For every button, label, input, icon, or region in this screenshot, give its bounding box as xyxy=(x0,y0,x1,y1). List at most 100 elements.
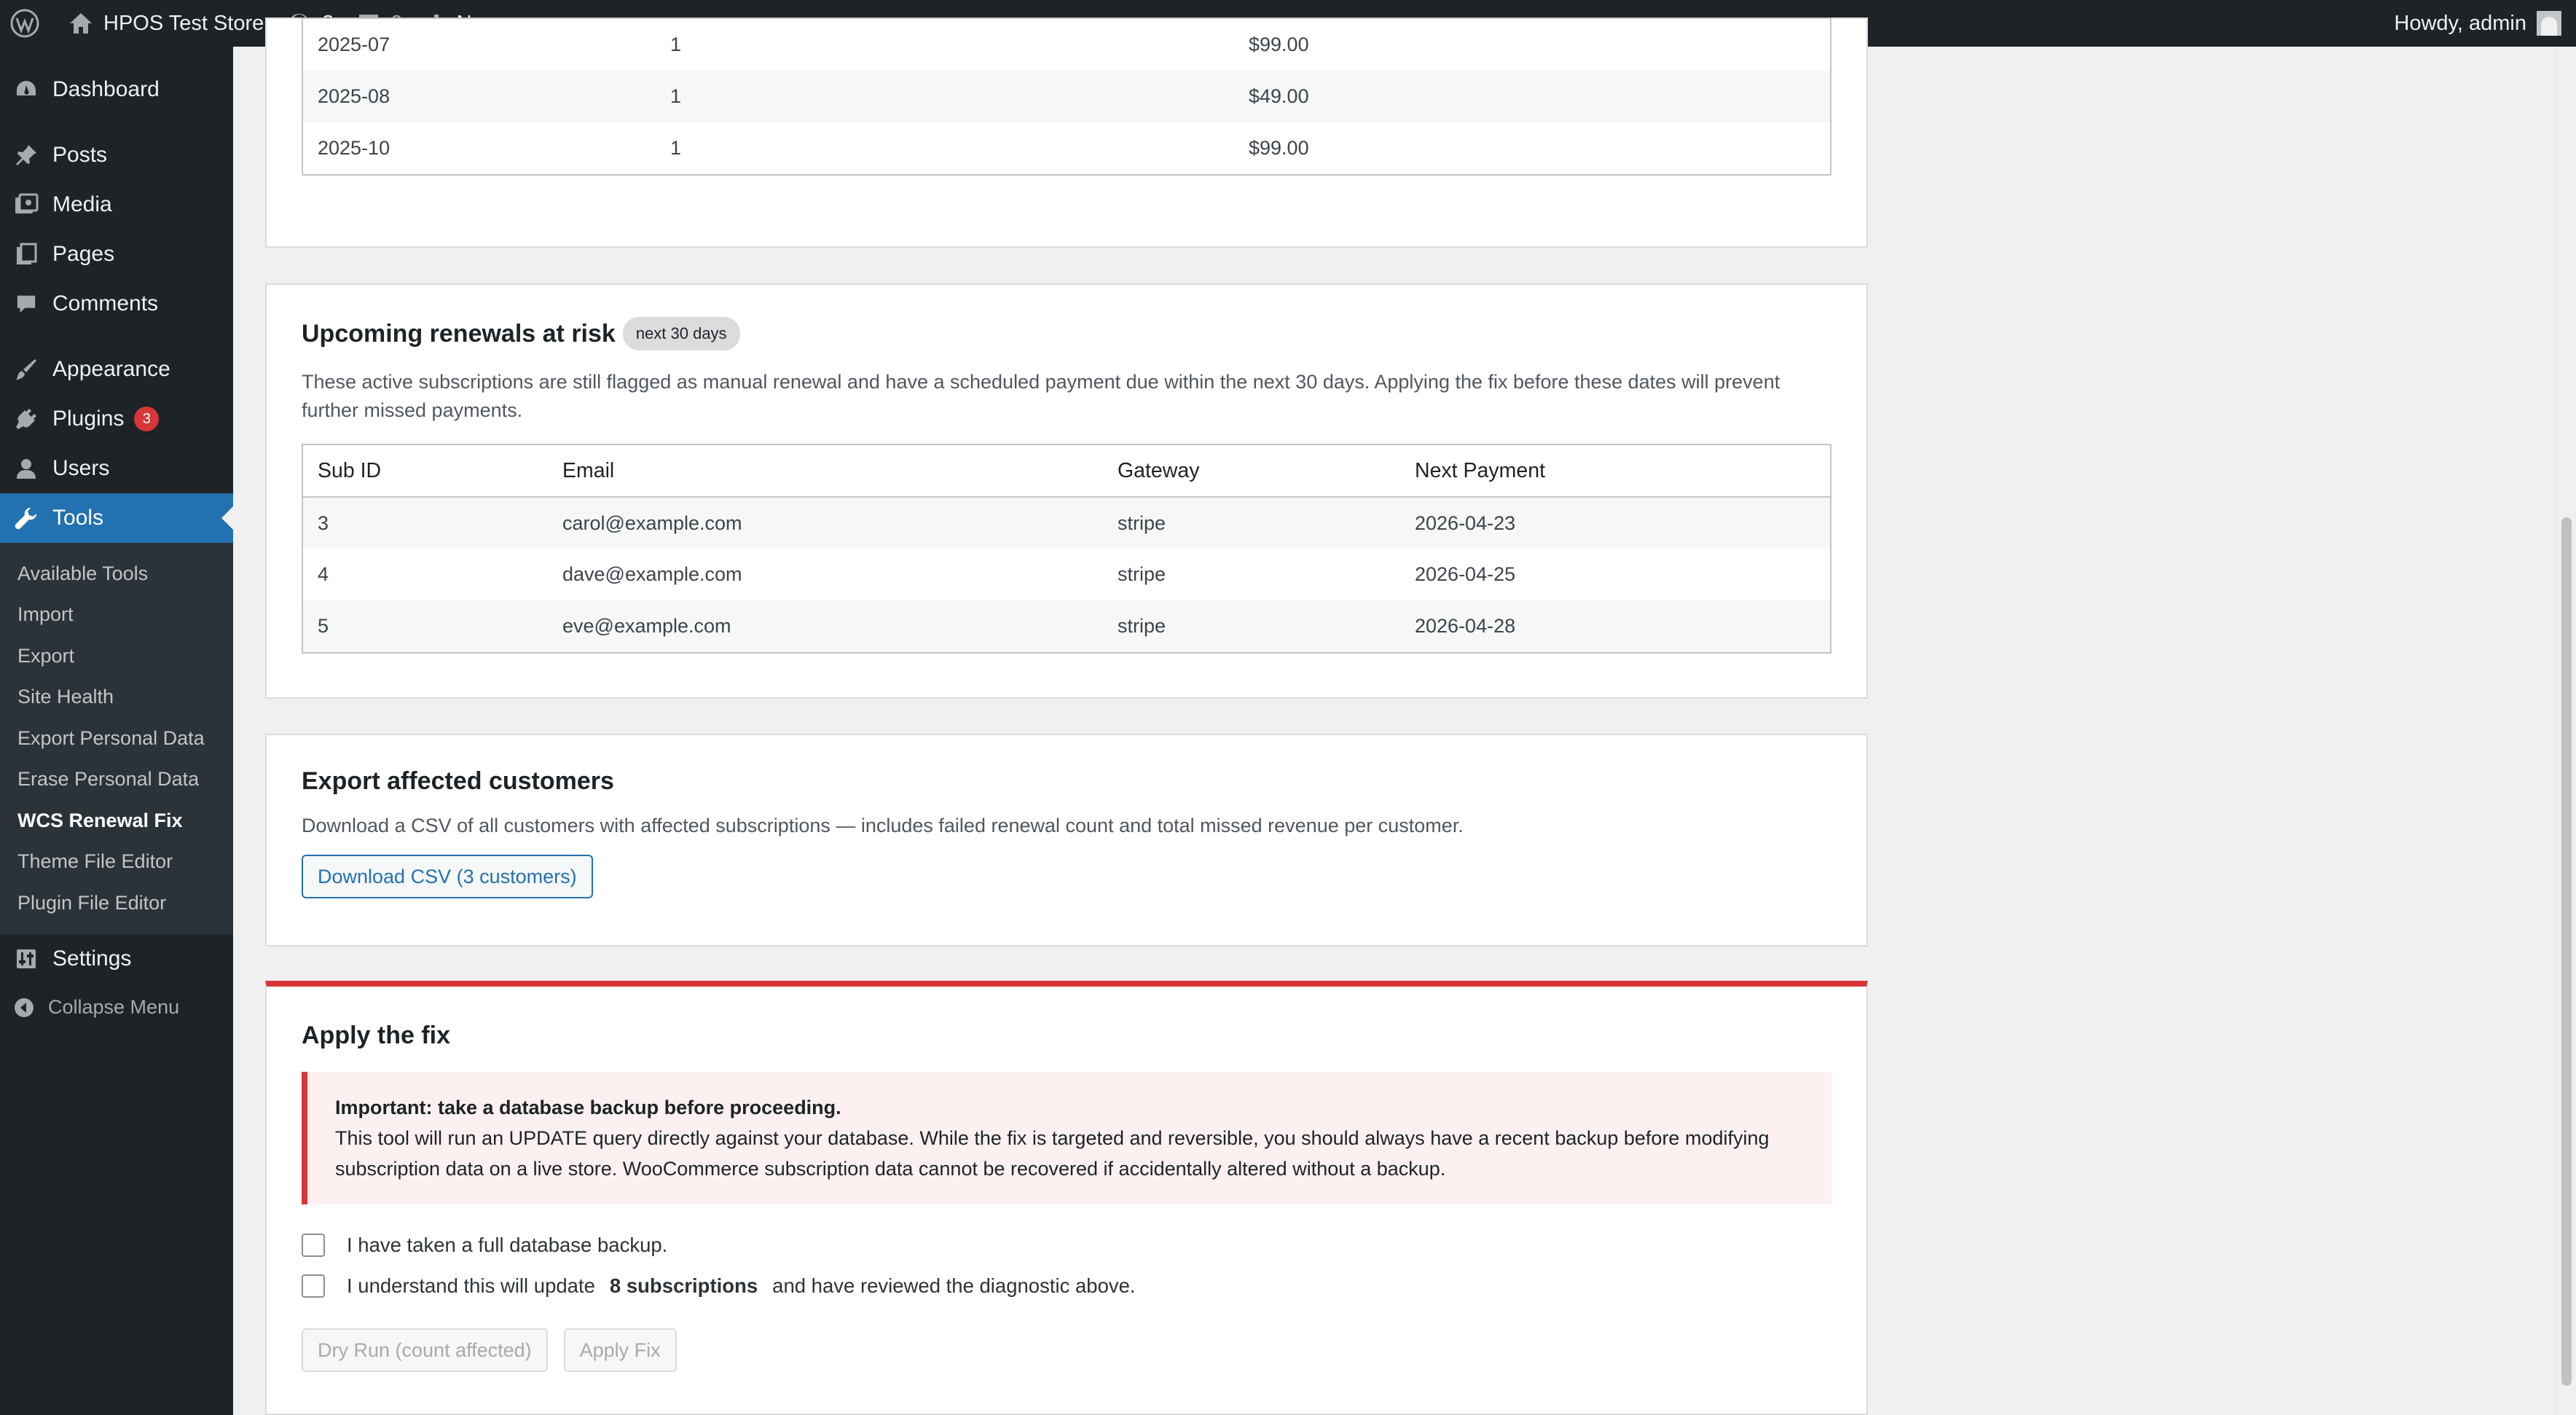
email-cell: eve@example.com xyxy=(548,600,1103,652)
email-cell: carol@example.com xyxy=(548,497,1103,549)
export-heading: Export affected customers xyxy=(302,767,614,795)
amount-cell: $99.00 xyxy=(1249,137,1309,159)
table-row: 2025-07 1 $99.00 xyxy=(303,19,1830,71)
monthly-breakdown-card: 2025-07 1 $99.00 2025-08 1 $49.00 2025-1… xyxy=(265,17,1868,248)
renewals-title: Upcoming renewals at risk xyxy=(302,319,616,348)
column-header-email: Email xyxy=(548,445,1103,498)
pages-icon xyxy=(13,241,39,267)
column-header-sub-id: Sub ID xyxy=(303,445,548,498)
sub-id-cell: 3 xyxy=(303,497,548,549)
export-description: Download a CSV of all customers with aff… xyxy=(302,815,1464,836)
site-name: HPOS Test Store xyxy=(103,11,264,35)
collapse-arrow-icon xyxy=(13,997,35,1019)
menu-settings[interactable]: Settings xyxy=(0,934,233,984)
subscriptions-count: 8 subscriptions xyxy=(609,1274,758,1297)
backup-confirm-label: I have taken a full database backup. xyxy=(347,1234,668,1256)
submenu-site-health[interactable]: Site Health xyxy=(0,677,233,718)
comment-icon xyxy=(13,291,39,317)
menu-tools[interactable]: Tools xyxy=(0,493,233,543)
submenu-erase-personal-data[interactable]: Erase Personal Data xyxy=(0,759,233,801)
menu-label: Posts xyxy=(52,143,108,167)
menu-dashboard[interactable]: Dashboard xyxy=(0,65,233,114)
submenu-plugin-file-editor[interactable]: Plugin File Editor xyxy=(0,882,233,924)
dashboard-icon xyxy=(13,77,39,103)
brush-icon xyxy=(13,356,39,383)
monthly-table: 2025-07 1 $99.00 2025-08 1 $49.00 2025-1… xyxy=(302,17,1831,176)
backup-confirm-row: I have taken a full database backup. xyxy=(302,1225,1831,1266)
renewals-table: Sub ID Email Gateway Next Payment 3 caro… xyxy=(302,444,1831,654)
month-cell: 2025-07 xyxy=(318,34,390,55)
apply-fix-button[interactable]: Apply Fix xyxy=(563,1328,677,1372)
menu-label: Pages xyxy=(52,242,115,266)
understand-confirm-row: I understand this will update 8 subscrip… xyxy=(302,1266,1831,1306)
understand-confirm-checkbox[interactable] xyxy=(302,1274,325,1298)
backup-confirm-checkbox[interactable] xyxy=(302,1234,325,1257)
pin-icon xyxy=(13,142,39,168)
menu-label: Collapse Menu xyxy=(48,996,180,1018)
column-header-next-payment: Next Payment xyxy=(1400,445,1830,498)
collapse-menu-button[interactable]: Collapse Menu xyxy=(0,984,233,1032)
table-row: 5 eve@example.com stripe 2026-04-28 xyxy=(303,600,1830,652)
wordpress-logo-icon[interactable] xyxy=(0,0,57,47)
submenu-wcs-renewal-fix[interactable]: WCS Renewal Fix xyxy=(0,800,233,842)
home-icon xyxy=(70,13,92,34)
count-cell: 1 xyxy=(670,137,682,159)
gateway-cell: stripe xyxy=(1103,600,1400,652)
menu-users[interactable]: Users xyxy=(0,444,233,493)
amount-cell: $99.00 xyxy=(1249,34,1309,55)
menu-comments[interactable]: Comments xyxy=(0,279,233,329)
howdy-text: Howdy, admin xyxy=(2394,11,2526,35)
submenu-available-tools[interactable]: Available Tools xyxy=(0,553,233,595)
download-csv-button[interactable]: Download CSV (3 customers) xyxy=(302,855,593,898)
apply-fix-heading: Apply the fix xyxy=(302,1022,451,1049)
dry-run-button[interactable]: Dry Run (count affected) xyxy=(302,1328,548,1372)
export-customers-card: Export affected customers Download a CSV… xyxy=(265,734,1868,946)
next-payment-cell: 2026-04-25 xyxy=(1415,563,1516,585)
warning-title: Important: take a database backup before… xyxy=(335,1097,841,1118)
submenu-import[interactable]: Import xyxy=(0,595,233,636)
user-icon xyxy=(13,455,39,482)
apply-fix-card: Apply the fix Important: take a database… xyxy=(265,981,1868,1415)
menu-plugins[interactable]: Plugins 3 xyxy=(0,394,233,444)
upcoming-renewals-card: Upcoming renewals at risk next 30 days T… xyxy=(265,283,1868,699)
sub-id-cell: 5 xyxy=(303,600,548,652)
count-cell: 1 xyxy=(656,71,1234,122)
page-scrollbar[interactable] xyxy=(2556,47,2576,1415)
plug-icon xyxy=(13,406,39,432)
tools-submenu: Available Tools Import Export Site Healt… xyxy=(0,543,233,934)
amount-cell: $49.00 xyxy=(1234,71,1830,122)
menu-label: Appearance xyxy=(52,357,170,381)
menu-media[interactable]: Media xyxy=(0,180,233,230)
menu-posts[interactable]: Posts xyxy=(0,130,233,180)
next-payment-cell: 2026-04-23 xyxy=(1400,497,1830,549)
plugins-update-badge: 3 xyxy=(134,407,160,431)
column-header-gateway: Gateway xyxy=(1103,445,1400,498)
understand-label-post: and have reviewed the diagnostic above. xyxy=(772,1274,1136,1297)
renewals-heading: Upcoming renewals at risk next 30 days xyxy=(302,317,1831,350)
menu-label: Users xyxy=(52,456,110,480)
backup-warning-notice: Important: take a database backup before… xyxy=(302,1072,1831,1204)
submenu-export-personal-data[interactable]: Export Personal Data xyxy=(0,718,233,759)
table-row: 2025-08 1 $49.00 xyxy=(303,71,1830,122)
sub-id-cell: 4 xyxy=(318,563,329,585)
gateway-cell: stripe xyxy=(1103,497,1400,549)
menu-pages[interactable]: Pages xyxy=(0,230,233,279)
menu-label: Plugins xyxy=(52,407,125,431)
scrollbar-thumb[interactable] xyxy=(2561,517,2572,1386)
warning-body: This tool will run an UPDATE query direc… xyxy=(335,1127,1770,1180)
email-cell: dave@example.com xyxy=(562,563,742,585)
avatar xyxy=(2537,11,2561,36)
menu-appearance[interactable]: Appearance xyxy=(0,345,233,394)
next-payment-cell: 2026-04-28 xyxy=(1400,600,1830,652)
count-cell: 1 xyxy=(670,34,682,55)
submenu-theme-file-editor[interactable]: Theme File Editor xyxy=(0,842,233,883)
site-name-link[interactable]: HPOS Test Store xyxy=(57,0,275,47)
submenu-export[interactable]: Export xyxy=(0,635,233,677)
next-30-days-badge: next 30 days xyxy=(622,317,740,350)
table-row: 2025-10 1 $99.00 xyxy=(303,122,1830,174)
table-row: 4 dave@example.com stripe 2026-04-25 xyxy=(303,549,1830,600)
month-cell: 2025-08 xyxy=(303,71,656,122)
understand-label-pre: I understand this will update xyxy=(347,1274,595,1297)
menu-label: Media xyxy=(52,192,112,216)
my-account-link[interactable]: Howdy, admin xyxy=(2382,0,2576,47)
